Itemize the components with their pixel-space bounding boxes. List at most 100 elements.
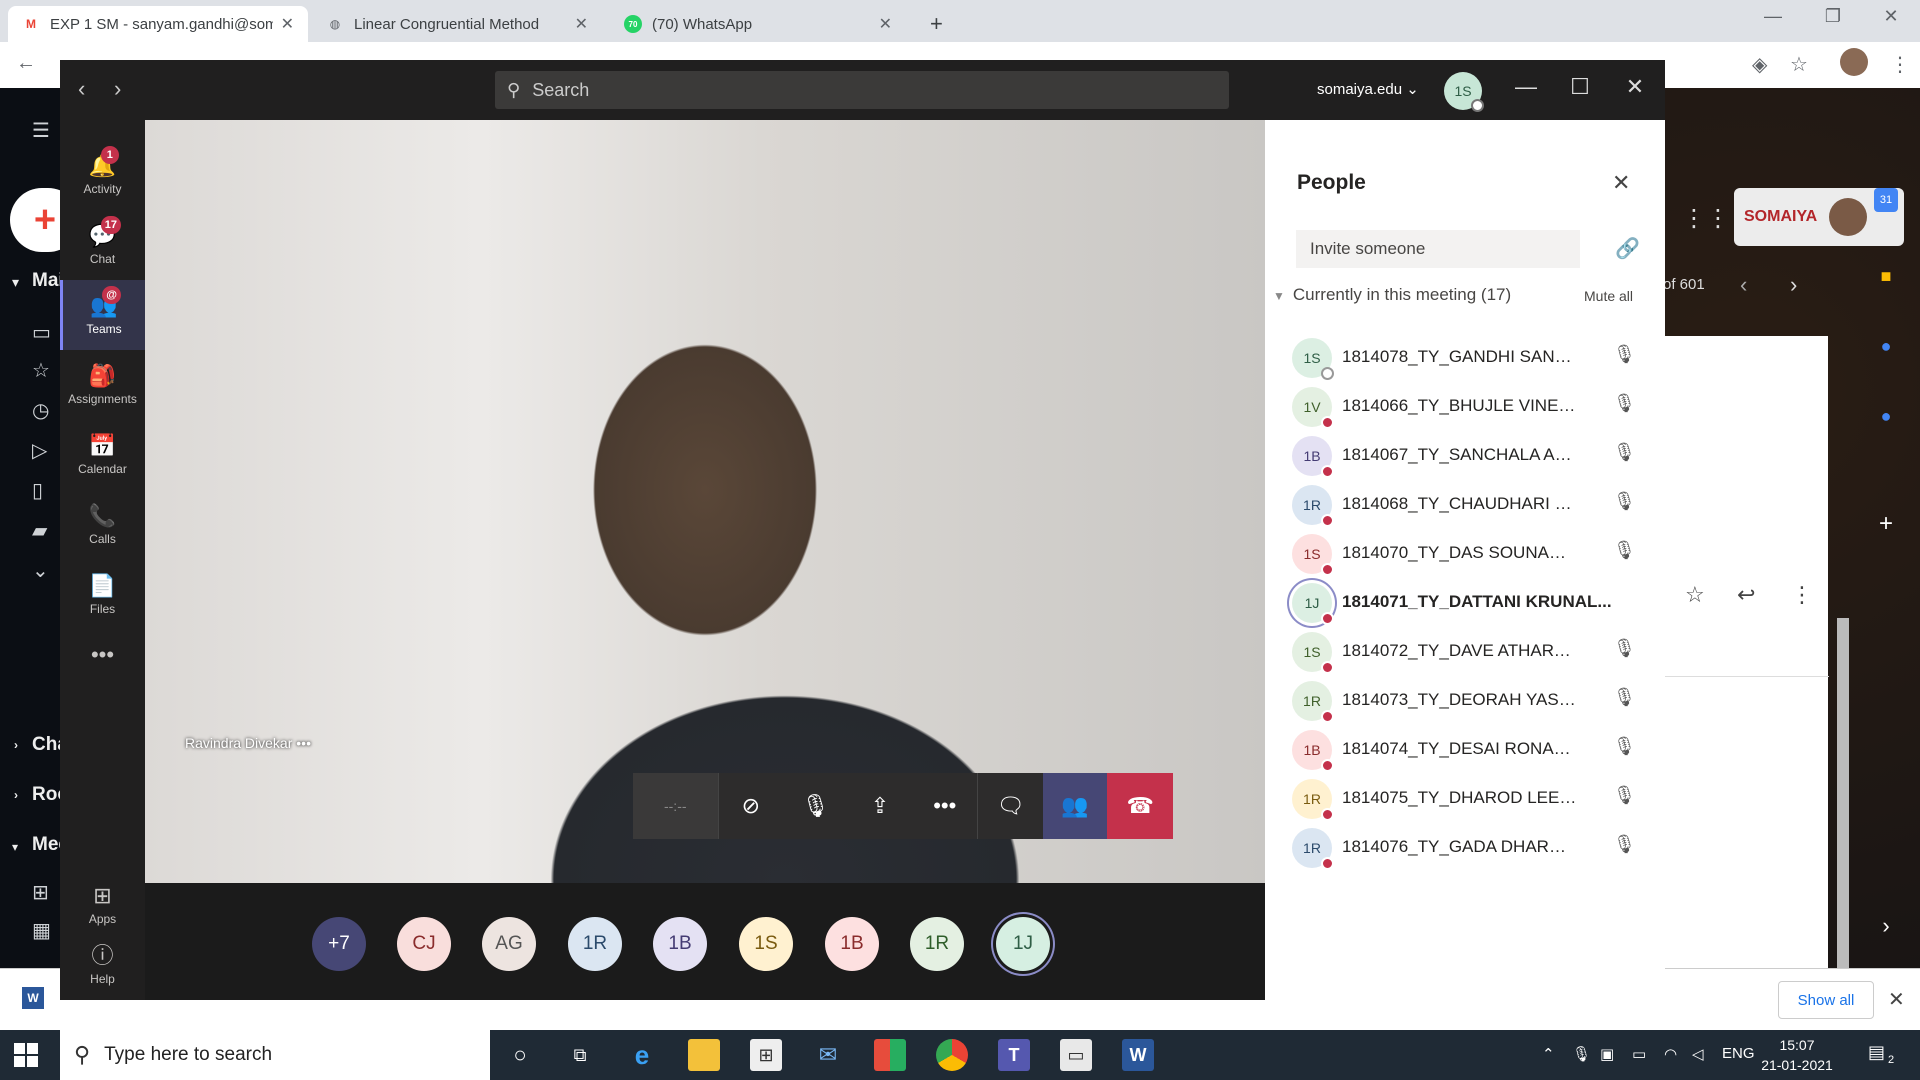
office-icon[interactable] [874, 1039, 906, 1071]
minimize-icon[interactable]: — [1750, 6, 1796, 27]
participant-avatar[interactable]: AG [482, 917, 536, 971]
speaker-name-tag[interactable]: Ravindra Divekar ••• [185, 735, 311, 751]
rail-calendar[interactable]: 📅 Calendar [60, 420, 145, 490]
rail-calls[interactable]: 📞 Calls [60, 490, 145, 560]
close-icon[interactable]: ✕ [281, 14, 294, 34]
rail-assignments[interactable]: 🎒 Assignments [60, 350, 145, 420]
label-icon[interactable]: ▰ [32, 518, 47, 543]
tab-linear-congruential[interactable]: ◍ Linear Congruential Method ✕ [312, 6, 602, 42]
teams-taskbar-icon[interactable]: T [998, 1039, 1030, 1071]
volume-icon[interactable]: ◁ [1692, 1045, 1704, 1063]
battery-icon[interactable]: ▭ [1632, 1045, 1646, 1063]
participant-avatar[interactable]: 1R [910, 917, 964, 971]
chevron-left-icon[interactable]: ‹ [1740, 272, 1747, 298]
mic-off-icon[interactable]: 🎙 [1613, 442, 1636, 463]
meeting-participants-header[interactable]: ▼ Currently in this meeting (17) [1273, 285, 1511, 305]
microphone-icon[interactable]: 🎙 [1572, 1045, 1591, 1063]
close-icon[interactable]: ✕ [1615, 74, 1655, 100]
active-speaker-avatar[interactable]: 1J [996, 917, 1050, 971]
mic-off-icon[interactable]: 🎙 [1613, 393, 1636, 414]
task-view-icon[interactable]: ⧉ [564, 1039, 596, 1071]
language-indicator[interactable]: ENG [1722, 1045, 1755, 1062]
chevron-right-icon[interactable]: › [1790, 272, 1797, 298]
menu-dots-icon[interactable]: ⋮ [1890, 52, 1910, 77]
star-icon[interactable]: ☆ [32, 358, 50, 383]
cortana-icon[interactable]: ○ [504, 1039, 536, 1071]
participant-avatar[interactable]: CJ [397, 917, 451, 971]
profile-avatar[interactable] [1840, 48, 1868, 76]
forward-icon[interactable]: › [114, 76, 121, 102]
share-screen-button[interactable]: ⇪ [848, 773, 913, 839]
google-calendar-icon[interactable]: 31 [1874, 188, 1898, 212]
back-icon[interactable]: ‹ [78, 76, 85, 102]
participant-avatar[interactable]: 1S [739, 917, 793, 971]
wifi-icon[interactable]: ◠ [1664, 1045, 1677, 1063]
file-explorer-icon[interactable] [688, 1039, 720, 1071]
close-icon[interactable]: ✕ [1868, 6, 1914, 27]
rail-help[interactable]: ⓘ Help [60, 930, 145, 1000]
mic-off-icon[interactable]: 🎙 [1613, 785, 1636, 806]
edge-icon[interactable]: e [626, 1039, 658, 1071]
send-icon[interactable]: ▷ [32, 438, 47, 463]
clock-icon[interactable]: ◷ [32, 398, 49, 423]
participant-avatar[interactable]: 1B [653, 917, 707, 971]
mic-off-icon[interactable]: 🎙 [1613, 540, 1636, 561]
star-icon[interactable]: ☆ [1685, 582, 1705, 608]
participant-row[interactable]: 1R 1814076_TY_GADA DHARMI... 🎙 [1265, 818, 1665, 878]
clock[interactable]: 15:07 21-01-2021 [1754, 1035, 1840, 1075]
chevron-down-icon[interactable]: ⌄ [32, 558, 49, 583]
invite-input[interactable]: Invite someone [1296, 230, 1580, 268]
mic-off-icon[interactable]: 🎙 [1613, 491, 1636, 512]
notification-icon[interactable]: ▤ [1868, 1042, 1885, 1063]
participant-avatar[interactable]: 1B [825, 917, 879, 971]
mic-mute-button[interactable]: 🎙 [783, 773, 848, 839]
avatar[interactable] [1829, 198, 1868, 236]
rail-teams[interactable]: 👥 @ Teams [60, 280, 145, 350]
window-icon[interactable]: ▭ [1060, 1039, 1092, 1071]
file-icon[interactable]: ▯ [32, 478, 43, 503]
rail-activity[interactable]: 🔔 1 Activity [60, 140, 145, 210]
mic-off-icon[interactable]: 🎙 [1613, 344, 1636, 365]
mic-off-icon[interactable]: 🎙 [1613, 687, 1636, 708]
close-icon[interactable]: ✕ [575, 14, 588, 34]
inbox-icon[interactable]: ▭ [32, 320, 51, 345]
rail-chat[interactable]: 💬 17 Chat [60, 210, 145, 280]
contacts-icon[interactable]: ● [1870, 400, 1902, 432]
minimize-icon[interactable]: — [1506, 74, 1546, 100]
mic-off-icon[interactable]: 🎙 [1613, 638, 1636, 659]
word-icon[interactable]: W [1122, 1039, 1154, 1071]
mic-off-icon[interactable]: 🎙 [1613, 736, 1636, 757]
restore-icon[interactable]: ❐ [1810, 6, 1856, 27]
meet-icon[interactable]: ▣ [1600, 1045, 1614, 1063]
maximize-icon[interactable]: ☐ [1560, 74, 1600, 100]
tasks-icon[interactable]: ● [1870, 330, 1902, 362]
tab-gmail[interactable]: M EXP 1 SM - sanyam.gandhi@som ✕ [8, 6, 308, 42]
extension-icon[interactable]: ◈ [1752, 52, 1767, 77]
show-conversation-button[interactable]: 🗨 [978, 773, 1043, 839]
overflow-participants[interactable]: +7 [312, 917, 366, 971]
back-arrow-icon[interactable]: ← [16, 52, 36, 75]
mic-off-icon[interactable]: 🎙 [1613, 834, 1636, 855]
show-participants-button[interactable]: 👥 [1042, 773, 1108, 839]
plus-icon[interactable]: + [1870, 508, 1902, 540]
mail-icon[interactable]: ✉ [812, 1039, 844, 1071]
teams-search[interactable]: ⚲ Search [495, 71, 1229, 109]
mute-all-button[interactable]: Mute all [1584, 288, 1633, 304]
more-actions-button[interactable]: ••• [912, 773, 977, 839]
more-apps-button[interactable]: ••• [60, 620, 145, 690]
keep-icon[interactable]: ■ [1870, 260, 1902, 292]
video-icon[interactable]: ⊞ [32, 880, 49, 905]
calendar-icon[interactable]: ▦ [32, 918, 51, 943]
store-icon[interactable]: ⊞ [750, 1039, 782, 1071]
reply-icon[interactable]: ↩ [1737, 582, 1755, 608]
hamburger-menu-icon[interactable]: ☰ [32, 118, 50, 143]
link-icon[interactable]: 🔗 [1615, 236, 1640, 261]
close-icon[interactable]: ✕ [1612, 170, 1630, 196]
tab-whatsapp[interactable]: 70 (70) WhatsApp ✕ [610, 6, 906, 42]
show-all-button[interactable]: Show all [1778, 981, 1874, 1019]
windows-start-icon[interactable] [14, 1043, 38, 1067]
camera-off-button[interactable]: ⊘ [719, 773, 784, 839]
chevron-up-icon[interactable]: ⌃ [1542, 1045, 1555, 1063]
new-tab-button[interactable]: + [916, 6, 956, 42]
org-switcher[interactable]: somaiya.edu ⌄ [1317, 80, 1419, 98]
